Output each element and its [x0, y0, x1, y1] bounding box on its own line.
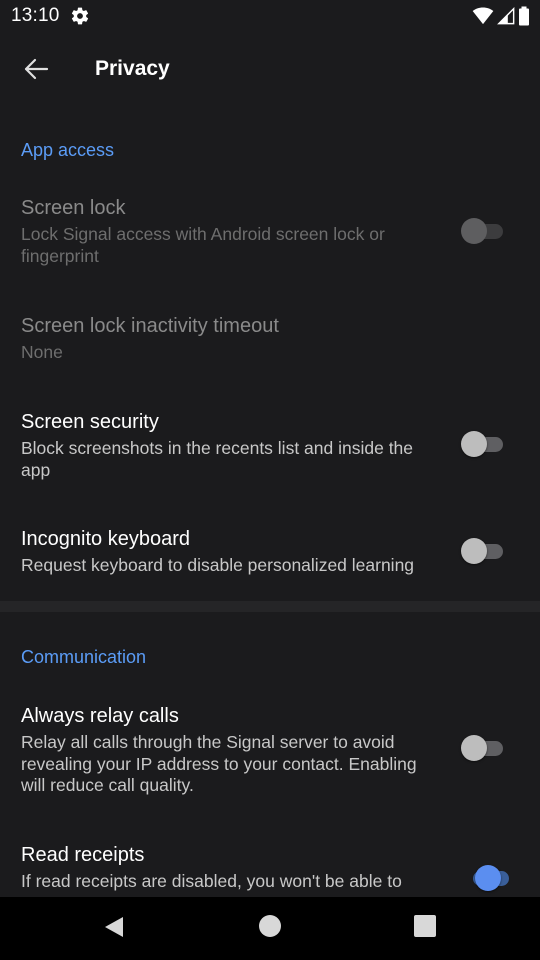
status-icons — [472, 6, 530, 26]
pref-title: Read receipts — [21, 844, 145, 866]
status-time: 13:10 — [11, 5, 60, 26]
pref-summary: If read receipts are disabled, you won't… — [21, 871, 402, 891]
pref-screen-lock-timeout[interactable]: Screen lock inactivity timeout None — [0, 300, 540, 380]
switch-thumb — [461, 431, 487, 457]
nav-home-icon[interactable] — [259, 915, 281, 937]
pref-title: Screen lock inactivity timeout — [21, 315, 279, 337]
switch-thumb — [461, 735, 487, 761]
pref-summary: Lock Signal access with Android screen l… — [21, 224, 385, 266]
section-header-communication: Communication — [21, 647, 147, 667]
always-relay-calls-switch[interactable] — [461, 734, 505, 762]
pref-read-receipts[interactable]: Read receipts If read receipts are disab… — [0, 831, 540, 897]
pref-summary: Block screenshots in the recents list an… — [21, 438, 414, 480]
nav-back-icon[interactable] — [101, 914, 127, 940]
incognito-keyboard-switch[interactable] — [461, 537, 505, 565]
app-bar: Privacy — [0, 32, 540, 106]
battery-icon — [519, 6, 529, 26]
section-header-app-access: App access — [21, 140, 115, 160]
pref-title: Incognito keyboard — [21, 528, 191, 550]
screen-lock-switch[interactable] — [461, 217, 505, 245]
status-bar: 13:10 — [0, 0, 540, 32]
back-button[interactable] — [16, 49, 56, 89]
privacy-settings-screen: 13:10 Privacy App access Screen lock Loc… — [0, 0, 540, 960]
wifi-icon — [472, 7, 494, 25]
read-receipts-switch[interactable] — [461, 864, 509, 892]
pref-incognito-keyboard[interactable]: Incognito keyboard Request keyboard to d… — [0, 515, 540, 595]
pref-summary: None — [21, 342, 63, 362]
nav-recents-icon[interactable] — [414, 915, 436, 937]
pref-summary: Relay all calls through the Signal serve… — [21, 732, 417, 795]
signal-icon — [497, 7, 515, 25]
pref-title: Always relay calls — [21, 705, 179, 727]
switch-thumb — [461, 218, 487, 244]
pref-summary: Request keyboard to disable personalized… — [21, 555, 415, 575]
pref-title: Screen lock — [21, 197, 126, 219]
pref-title: Screen security — [21, 411, 159, 433]
screen-security-switch[interactable] — [461, 430, 505, 458]
section-divider — [0, 601, 540, 612]
navigation-bar — [0, 897, 540, 960]
arrow-left-icon — [24, 58, 49, 80]
page-title: Privacy — [95, 57, 170, 80]
pref-always-relay-calls[interactable]: Always relay calls Relay all calls throu… — [0, 692, 540, 812]
switch-thumb — [461, 538, 487, 564]
settings-gear-icon — [71, 7, 89, 25]
switch-thumb — [475, 865, 501, 891]
pref-screen-security[interactable]: Screen security Block screenshots in the… — [0, 398, 540, 498]
pref-screen-lock[interactable]: Screen lock Lock Signal access with Andr… — [0, 185, 540, 285]
